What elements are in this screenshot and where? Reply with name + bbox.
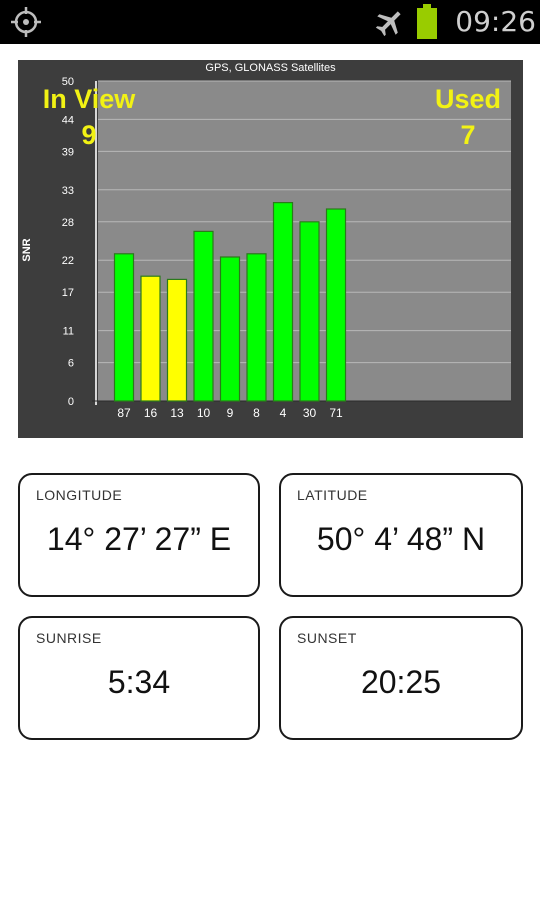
y-tick-label: 28 [62, 217, 74, 229]
bar-13 [166, 278, 188, 402]
battery-icon [417, 4, 437, 39]
x-tick-label: 10 [197, 406, 211, 420]
y-tick-label: 17 [62, 287, 74, 299]
status-bar: 09:26 [0, 0, 540, 44]
x-tick-label: 30 [303, 406, 317, 420]
in-view-label: In View [42, 84, 136, 114]
sunrise-value: 5:34 [107, 664, 171, 700]
used-label: Used [434, 84, 502, 114]
latitude-label: LATITUDE [297, 487, 368, 503]
bar-10 [193, 230, 214, 402]
sunset-label: SUNSET [297, 630, 357, 646]
bar-16 [140, 275, 161, 402]
longitude-value: 14° 27’ 27” E [46, 521, 232, 557]
bar-8 [246, 253, 267, 402]
y-tick-label: 6 [68, 358, 74, 370]
x-tick-label: 4 [280, 406, 287, 420]
y-tick-label: 33 [62, 185, 74, 197]
x-tick-label: 8 [253, 406, 260, 420]
x-tick-label: 9 [227, 406, 234, 420]
longitude-card: LONGITUDE 14° 27’ 27” E [18, 473, 260, 597]
bar-71 [325, 208, 347, 402]
x-tick-label: 13 [170, 406, 184, 420]
used-count: 7 [460, 120, 476, 150]
status-time: 09:26 [455, 5, 536, 38]
airplane-mode-icon [375, 11, 401, 37]
bar-87 [113, 253, 135, 402]
latitude-value: 50° 4’ 48” N [316, 521, 486, 557]
x-tick-label: 87 [117, 406, 131, 420]
sunrise-label: SUNRISE [36, 630, 102, 646]
y-tick-label: 0 [68, 396, 74, 408]
gps-icon [11, 7, 41, 37]
latitude-card: LATITUDE 50° 4’ 48” N [279, 473, 523, 597]
bar-30 [299, 221, 320, 402]
bar-9 [219, 256, 241, 402]
longitude-label: LONGITUDE [36, 487, 123, 503]
bar-4 [272, 202, 294, 402]
y-tick-label: 11 [63, 326, 74, 338]
sunrise-card: SUNRISE 5:34 [18, 616, 260, 740]
x-tick-label: 16 [144, 406, 158, 420]
chart-canvas: 061117222833394450SNR87 16 13 10 9 8 4 30 71 [21, 76, 511, 420]
sunset-card: SUNSET 20:25 [279, 616, 523, 740]
sunset-value: 20:25 [360, 664, 442, 700]
x-tick-label: 71 [329, 406, 343, 420]
y-axis-title: SNR [21, 238, 33, 261]
satellite-snr-chart: 0 6 11 17 22 28 33 39 44 50 SNR 87 16 13 10 9 8 4 30 71 GPS… [18, 60, 523, 438]
y-tick-label: 22 [62, 255, 74, 267]
in-view-count: 9 [81, 120, 97, 150]
chart-title: GPS, GLONASS Satellites [205, 62, 336, 74]
